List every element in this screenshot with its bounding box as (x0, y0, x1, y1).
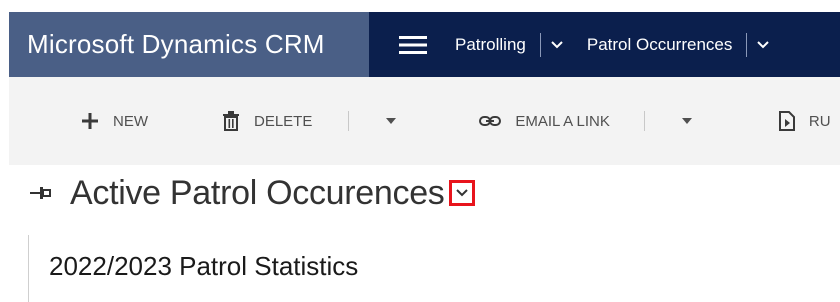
link-icon (479, 115, 502, 127)
nav-patrol-occurrences[interactable]: Patrol Occurrences (587, 12, 770, 77)
chevron-down-icon (455, 189, 468, 197)
command-divider (348, 111, 350, 131)
chart-title: 2022/2023 Patrol Statistics (49, 251, 359, 281)
hamburger-icon (399, 35, 427, 54)
command-bar: NEW DELETE EMAIL A LINK RU (9, 77, 840, 165)
view-selector-button[interactable] (448, 180, 475, 206)
nav-patrolling-label: Patrolling (455, 34, 526, 54)
nav-patrol-occurrences-label: Patrol Occurrences (586, 34, 733, 54)
pin-icon[interactable] (30, 186, 52, 200)
nav-divider (539, 32, 541, 57)
chevron-down-icon[interactable] (551, 40, 563, 49)
top-nav-bar: Microsoft Dynamics CRM Patrolling Patrol… (9, 12, 840, 77)
new-button[interactable]: NEW (81, 101, 148, 141)
chart-panel: 2022/2023 Patrol Statistics (28, 235, 840, 302)
run-report-button[interactable]: RU (778, 101, 831, 141)
new-label: NEW (113, 112, 148, 130)
hamburger-menu-button[interactable] (393, 12, 433, 77)
email-a-link-label: EMAIL A LINK (515, 112, 610, 130)
email-a-link-button[interactable]: EMAIL A LINK (479, 101, 610, 141)
app-title: Microsoft Dynamics CRM (9, 12, 369, 77)
caret-down-icon (386, 118, 397, 124)
caret-down-icon (681, 118, 692, 124)
more-commands-dropdown[interactable] (675, 101, 699, 141)
more-commands-dropdown[interactable] (379, 101, 403, 141)
nav-divider (746, 32, 748, 57)
view-header: Active Patrol Occurences (30, 168, 475, 218)
chevron-down-icon[interactable] (757, 40, 770, 49)
run-report-label: RU (808, 112, 831, 130)
trash-icon (222, 111, 240, 131)
command-divider (643, 111, 645, 131)
crm-page: Microsoft Dynamics CRM Patrolling Patrol… (0, 0, 840, 302)
delete-label: DELETE (254, 112, 313, 130)
plus-icon (81, 112, 99, 130)
delete-button[interactable]: DELETE (222, 101, 312, 141)
nav-patrolling[interactable]: Patrolling (455, 12, 563, 77)
view-title: Active Patrol Occurences (70, 173, 445, 212)
run-report-icon (778, 111, 795, 131)
